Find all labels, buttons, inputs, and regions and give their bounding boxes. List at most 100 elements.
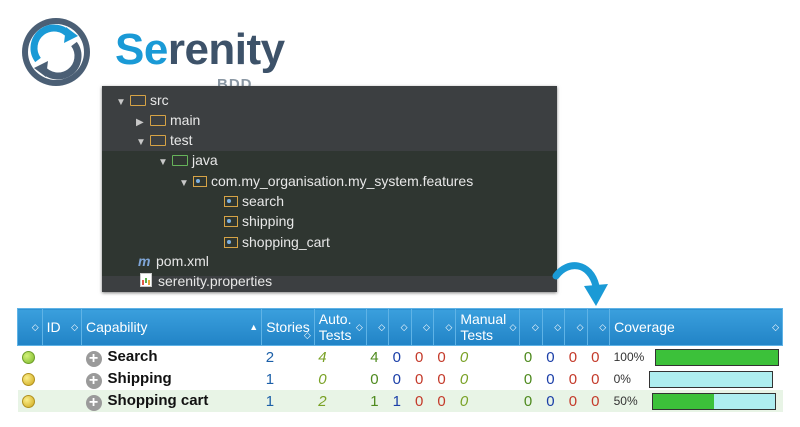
auto-tests-count: 2 xyxy=(314,390,367,412)
tree-item-test[interactable]: ▼ test xyxy=(136,130,193,150)
sort-icon[interactable]: ◇ xyxy=(445,319,452,335)
expand-arrow-icon[interactable]: ▼ xyxy=(158,153,172,173)
sort-icon[interactable]: ◇ xyxy=(532,319,539,335)
manual-pending-count: 0 xyxy=(542,345,565,368)
manual-failed-column-header[interactable]: ◇ xyxy=(564,308,588,346)
sort-icon[interactable]: ◇ xyxy=(509,319,516,335)
coverage-column-header[interactable]: Coverage ◇ xyxy=(609,308,783,346)
auto-passed-column-header[interactable]: ◇ xyxy=(365,308,390,346)
coverage-bar xyxy=(654,348,779,366)
tree-item-shopping-cart[interactable]: shopping_cart xyxy=(224,232,330,252)
capability-column-header[interactable]: Capability ▲ xyxy=(81,308,263,346)
sort-icon[interactable]: ◇ xyxy=(772,319,779,335)
header-label-line1: Manual xyxy=(460,311,507,327)
auto-error-column-header[interactable]: ◇ xyxy=(432,308,457,346)
manual-pending-count: 0 xyxy=(542,368,565,390)
manual-error-count: 0 xyxy=(587,390,610,412)
sort-icon[interactable]: ◇ xyxy=(423,319,430,335)
manual-passed-count: 0 xyxy=(519,345,543,368)
tree-item-shipping[interactable]: shipping xyxy=(224,211,294,231)
auto-pending-count: 1 xyxy=(388,390,412,412)
stories-count: 1 xyxy=(261,390,315,412)
header-label: ID xyxy=(46,319,61,335)
capability-cell[interactable]: + Shipping xyxy=(81,368,262,390)
auto-pending-count: 0 xyxy=(388,368,412,390)
sort-icon[interactable]: ◇ xyxy=(577,319,584,335)
status-pending-icon xyxy=(21,395,35,409)
tree-item-search[interactable]: search xyxy=(224,191,284,211)
capability-cell[interactable]: + Shopping cart xyxy=(81,390,262,412)
tree-item-features-package[interactable]: ▼ com.my_organisation.my_system.features xyxy=(179,171,473,191)
folder-icon xyxy=(150,115,166,126)
id-column-header[interactable]: ID ◇ xyxy=(41,308,83,346)
serenity-logo-icon xyxy=(22,18,90,86)
manual-error-count: 0 xyxy=(587,345,610,368)
tree-item-pom-xml[interactable]: m pom.xml xyxy=(138,251,209,271)
manual-passed-count: 0 xyxy=(519,368,543,390)
manual-tests-column-header[interactable]: Manual Tests ◇ xyxy=(455,308,521,346)
status-cell xyxy=(17,368,43,390)
auto-failed-count: 0 xyxy=(411,368,434,390)
sort-icon[interactable]: ◇ xyxy=(71,319,78,335)
tree-item-label: main xyxy=(170,112,201,128)
auto-pending-count: 0 xyxy=(388,345,412,368)
tree-item-serenity-properties[interactable]: serenity.properties xyxy=(140,271,272,291)
coverage-percent: 100% xyxy=(613,350,645,365)
sort-icon[interactable]: ◇ xyxy=(599,319,606,335)
sort-icon[interactable]: ◇ xyxy=(554,319,561,335)
status-pending-icon xyxy=(21,373,35,387)
manual-failed-count: 0 xyxy=(564,368,588,390)
logo-wordmark-prefix: Se xyxy=(115,25,168,74)
sort-ascending-icon[interactable]: ▲ xyxy=(249,319,258,335)
status-success-icon xyxy=(21,351,35,365)
tree-item-label: com.my_organisation.my_system.features xyxy=(211,173,474,189)
sort-icon[interactable]: ◇ xyxy=(378,319,385,335)
status-column-header[interactable]: ◇ xyxy=(17,308,43,346)
manual-tests-count: 0 xyxy=(455,345,520,368)
stories-column-header[interactable]: Stories ◇ xyxy=(261,308,315,346)
coverage-bar xyxy=(649,370,774,388)
auto-pending-column-header[interactable]: ◇ xyxy=(388,308,412,346)
maven-icon: m xyxy=(138,253,151,269)
expand-arrow-icon[interactable]: ▼ xyxy=(136,133,150,153)
coverage-bar xyxy=(651,392,776,410)
sort-icon[interactable]: ◇ xyxy=(32,319,39,335)
tree-item-main[interactable]: ▶ main xyxy=(136,110,200,130)
auto-tests-count: 4 xyxy=(314,345,367,368)
auto-tests-column-header[interactable]: Auto. Tests ◇ xyxy=(313,308,367,346)
expand-plus-icon[interactable]: + xyxy=(85,372,102,389)
manual-pending-count: 0 xyxy=(542,390,565,412)
tree-item-label: serenity.properties xyxy=(158,273,273,289)
sort-icon[interactable]: ◇ xyxy=(304,327,311,343)
tree-item-label: java xyxy=(192,152,218,168)
manual-tests-count: 0 xyxy=(455,368,520,390)
manual-failed-count: 0 xyxy=(564,345,588,368)
manual-pending-column-header[interactable]: ◇ xyxy=(541,308,566,346)
manual-passed-count: 0 xyxy=(519,390,543,412)
manual-passed-column-header[interactable]: ◇ xyxy=(519,308,543,346)
manual-error-column-header[interactable]: ◇ xyxy=(586,308,611,346)
properties-icon xyxy=(140,273,152,287)
header-label: Coverage xyxy=(614,319,675,335)
header-label-line1: Auto. xyxy=(318,311,352,327)
stories-count: 2 xyxy=(261,345,315,368)
capability-name[interactable]: Shopping cart xyxy=(108,392,209,409)
coverage-bar-fill xyxy=(655,349,778,365)
tree-item-src[interactable]: ▼ src xyxy=(116,90,169,110)
status-cell xyxy=(17,390,43,412)
expand-arrow-icon[interactable]: ▼ xyxy=(116,93,130,113)
auto-failed-count: 0 xyxy=(411,345,434,368)
expand-plus-icon[interactable]: + xyxy=(85,350,102,367)
expand-arrow-icon[interactable]: ▼ xyxy=(179,174,193,194)
auto-failed-column-header[interactable]: ◇ xyxy=(410,308,434,346)
header-label-line2: Tests xyxy=(318,327,352,343)
capability-cell[interactable]: + Search xyxy=(81,345,262,368)
package-icon xyxy=(224,237,238,248)
capability-name[interactable]: Shipping xyxy=(108,370,172,387)
table-row: + Shipping 1 0 0 0 0 0 0 0 0 0 0 0% xyxy=(17,368,783,390)
tree-item-java[interactable]: ▼ java xyxy=(158,150,218,170)
sort-icon[interactable]: ◇ xyxy=(401,319,408,335)
expand-plus-icon[interactable]: + xyxy=(85,394,102,411)
sort-icon[interactable]: ◇ xyxy=(356,319,363,335)
capability-name[interactable]: Search xyxy=(108,348,158,365)
